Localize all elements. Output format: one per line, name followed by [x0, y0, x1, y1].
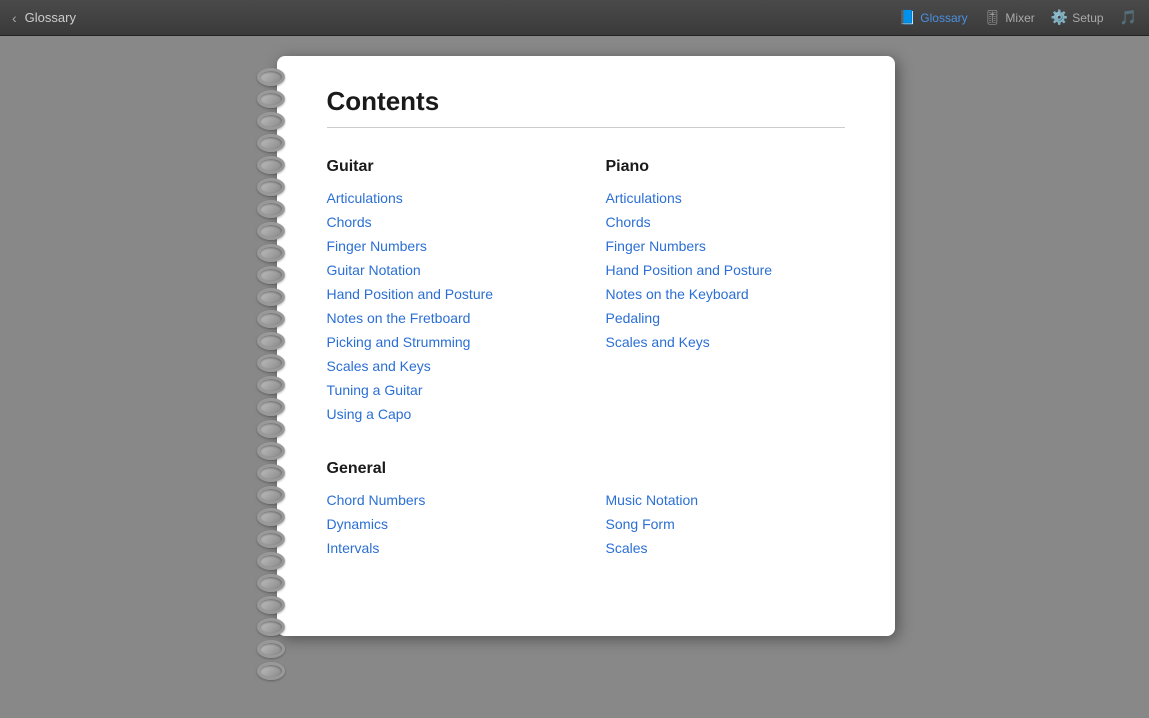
- spiral-ring: [257, 178, 285, 196]
- titlebar-right: 📘 Glossary 🎚 Mixer ⚙️ Setup 🎵: [899, 9, 1137, 26]
- spiral-rings: [255, 66, 287, 682]
- piano-finger-numbers[interactable]: Finger Numbers: [606, 238, 845, 254]
- guitar-notes-fretboard[interactable]: Notes on the Fretboard: [327, 310, 566, 326]
- spiral-ring: [257, 398, 285, 416]
- mixer-icon: 🎚: [984, 9, 1002, 26]
- spiral-ring: [257, 156, 285, 174]
- general-section: General Chord Numbers Dynamics Intervals…: [327, 460, 845, 564]
- spiral-ring: [257, 354, 285, 372]
- spiral-ring: [257, 530, 285, 548]
- notebook-wrapper: Contents Guitar Articulations Chords Fin…: [255, 56, 895, 636]
- titlebar-left: ‹ Glossary: [12, 10, 76, 26]
- spiral-ring: [257, 486, 285, 504]
- guitar-scales-keys[interactable]: Scales and Keys: [327, 358, 566, 374]
- spiral-ring: [257, 68, 285, 86]
- main-area: Contents Guitar Articulations Chords Fin…: [0, 36, 1149, 718]
- spiral-ring: [257, 464, 285, 482]
- spiral-ring: [257, 112, 285, 130]
- general-song-form[interactable]: Song Form: [606, 516, 845, 532]
- general-intervals[interactable]: Intervals: [327, 540, 566, 556]
- spiral-ring: [257, 244, 285, 262]
- guitar-chords[interactable]: Chords: [327, 214, 566, 230]
- page-title: Contents: [327, 86, 845, 117]
- guitar-tuning[interactable]: Tuning a Guitar: [327, 382, 566, 398]
- piano-articulations[interactable]: Articulations: [606, 190, 845, 206]
- spiral-ring: [257, 332, 285, 350]
- general-heading: General: [327, 460, 845, 478]
- general-col-2: Music Notation Song Form Scales: [606, 492, 845, 564]
- spiral-ring: [257, 662, 285, 680]
- guitar-capo[interactable]: Using a Capo: [327, 406, 566, 422]
- spiral-ring: [257, 640, 285, 658]
- mixer-label: Mixer: [1005, 11, 1034, 25]
- spiral-ring: [257, 288, 285, 306]
- general-columns: Chord Numbers Dynamics Intervals Music N…: [327, 492, 845, 564]
- spiral-ring: [257, 618, 285, 636]
- piano-column: Piano Articulations Chords Finger Number…: [606, 158, 845, 430]
- general-music-notation[interactable]: Music Notation: [606, 492, 845, 508]
- glossary-label: Glossary: [920, 11, 967, 25]
- spiral-ring: [257, 442, 285, 460]
- back-button[interactable]: ‹: [12, 10, 17, 26]
- piano-hand-position[interactable]: Hand Position and Posture: [606, 262, 845, 278]
- guitar-notation[interactable]: Guitar Notation: [327, 262, 566, 278]
- spiral-ring: [257, 376, 285, 394]
- guitar-finger-numbers[interactable]: Finger Numbers: [327, 238, 566, 254]
- spiral-ring: [257, 420, 285, 438]
- titlebar: ‹ Glossary 📘 Glossary 🎚 Mixer ⚙️ Setup 🎵: [0, 0, 1149, 36]
- spiral-ring: [257, 90, 285, 108]
- guitar-heading: Guitar: [327, 158, 566, 176]
- spiral-ring: [257, 266, 285, 284]
- spiral-ring: [257, 134, 285, 152]
- spiral-ring: [257, 552, 285, 570]
- notebook-page: Contents Guitar Articulations Chords Fin…: [277, 56, 895, 636]
- spiral-ring: [257, 574, 285, 592]
- nav-mixer[interactable]: 🎚 Mixer: [984, 9, 1035, 26]
- general-scales[interactable]: Scales: [606, 540, 845, 556]
- nav-glossary[interactable]: 📘 Glossary: [899, 9, 968, 26]
- general-dynamics[interactable]: Dynamics: [327, 516, 566, 532]
- spiral-ring: [257, 596, 285, 614]
- piano-pedaling[interactable]: Pedaling: [606, 310, 845, 326]
- nav-setup[interactable]: ⚙️ Setup: [1051, 9, 1104, 26]
- setup-label: Setup: [1072, 11, 1103, 25]
- piano-notes-keyboard[interactable]: Notes on the Keyboard: [606, 286, 845, 302]
- spiral-ring: [257, 200, 285, 218]
- spiral-ring: [257, 222, 285, 240]
- title-divider: [327, 127, 845, 128]
- titlebar-title: Glossary: [25, 10, 76, 25]
- main-columns: Guitar Articulations Chords Finger Numbe…: [327, 158, 845, 430]
- guitar-column: Guitar Articulations Chords Finger Numbe…: [327, 158, 566, 430]
- nav-music[interactable]: 🎵: [1120, 9, 1137, 26]
- guitar-picking-strumming[interactable]: Picking and Strumming: [327, 334, 566, 350]
- piano-scales-keys[interactable]: Scales and Keys: [606, 334, 845, 350]
- guitar-hand-position[interactable]: Hand Position and Posture: [327, 286, 566, 302]
- general-col-1: Chord Numbers Dynamics Intervals: [327, 492, 566, 564]
- spiral-ring: [257, 310, 285, 328]
- spiral-ring: [257, 508, 285, 526]
- piano-chords[interactable]: Chords: [606, 214, 845, 230]
- piano-heading: Piano: [606, 158, 845, 176]
- guitar-articulations[interactable]: Articulations: [327, 190, 566, 206]
- setup-icon: ⚙️: [1051, 9, 1068, 26]
- glossary-icon: 📘: [899, 9, 916, 26]
- general-chord-numbers[interactable]: Chord Numbers: [327, 492, 566, 508]
- music-icon: 🎵: [1120, 9, 1137, 26]
